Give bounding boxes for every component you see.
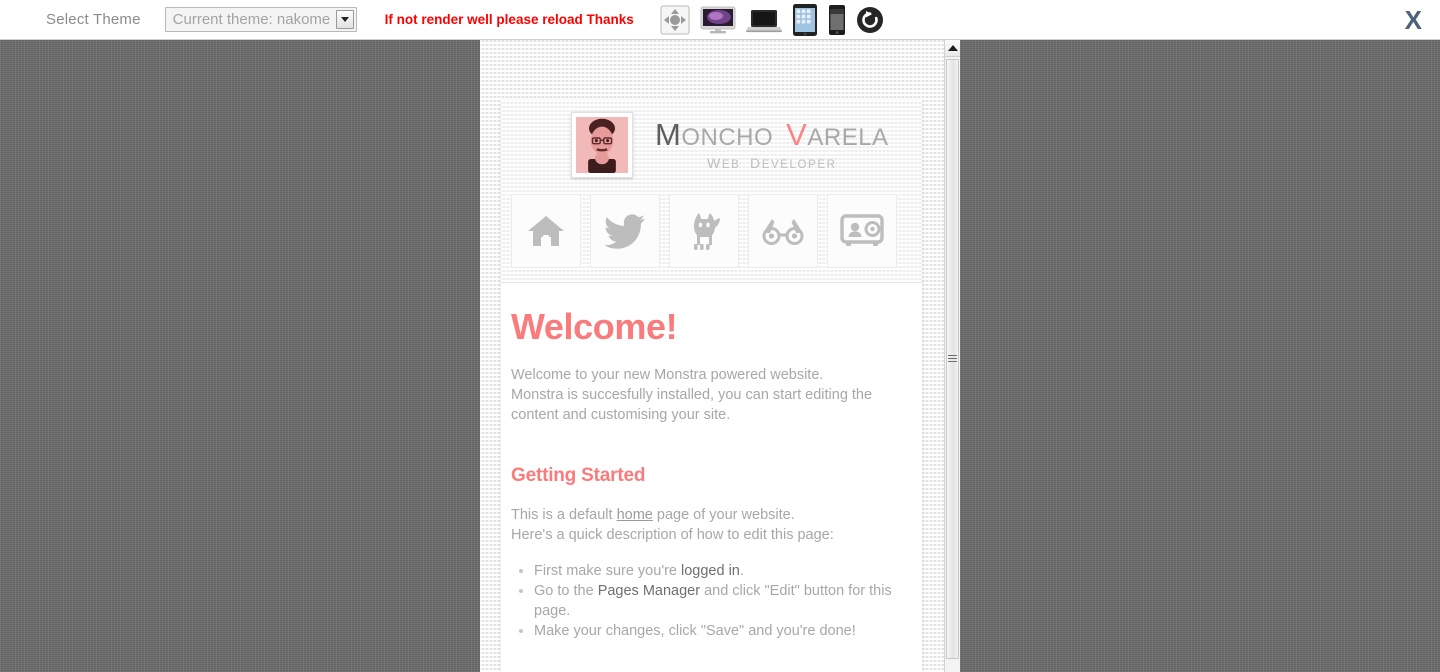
avatar: [571, 112, 633, 178]
nav-item-cat[interactable]: [669, 194, 739, 268]
site-content: Welcome! Welcome to your new Monstra pow…: [501, 283, 922, 672]
getting-started-paragraph: This is a default home page of your webs…: [511, 505, 912, 545]
step1-post: .: [739, 562, 744, 579]
subtitle-w: W: [707, 154, 722, 171]
theme-select[interactable]: Current theme: nakome: [164, 7, 357, 32]
nav-item-contact[interactable]: [827, 194, 897, 268]
site-nav: [501, 188, 922, 282]
quick-description: Here's a quick description of how to edi…: [511, 526, 834, 543]
getting-started-heading: Getting Started: [511, 464, 646, 486]
intro-line-2: Monstra is succesfully installed, you ca…: [511, 386, 873, 403]
step1-pre: First make sure you're: [534, 562, 682, 579]
scrollbar-track[interactable]: [945, 57, 960, 672]
contact-icon: [840, 214, 884, 248]
site-title-m: M: [655, 117, 682, 153]
reload-notice: If not render well please reload Thanks: [384, 12, 634, 27]
site-title-arela: ARELA: [807, 124, 889, 152]
scroll-up-arrow-icon[interactable]: [945, 40, 960, 57]
phone-icon[interactable]: [828, 4, 846, 36]
list-item: First make sure you're logged in.: [534, 561, 912, 581]
chevron-down-icon[interactable]: [335, 10, 354, 29]
intro-line-1: Welcome to your new Monstra powered webs…: [511, 366, 824, 383]
site-title: MONCHO VARELA: [655, 117, 889, 153]
brand: MONCHO VARELA WEB DEVELOPER: [501, 100, 922, 188]
device-preview-group: [660, 3, 884, 37]
subtitle-eb: EB: [721, 158, 741, 171]
responsive-icon[interactable]: [660, 5, 690, 35]
rotate-icon[interactable]: [856, 6, 884, 34]
list-item: Go to the Pages Manager and click "Edit"…: [534, 581, 912, 621]
site-title-oncho: ONCHO: [681, 124, 774, 152]
nav-item-glasses[interactable]: [748, 194, 818, 268]
theme-select-value: Current theme: nakome: [172, 11, 331, 28]
intro-line-3: content and customising your site.: [511, 406, 731, 423]
home-icon: [526, 213, 566, 249]
glasses-icon: [761, 215, 805, 247]
site-subtitle: WEB DEVELOPER: [655, 155, 889, 171]
scrollbar-grip-icon: [948, 354, 957, 364]
site-title-v: V: [786, 117, 808, 153]
intro-paragraph: Welcome to your new Monstra powered webs…: [511, 365, 912, 425]
subtitle-d: D: [750, 154, 762, 171]
list-item: Make your changes, click "Save" and you'…: [534, 621, 912, 641]
vertical-scrollbar[interactable]: [944, 40, 960, 672]
desktop-icon[interactable]: [700, 5, 736, 35]
brand-text: MONCHO VARELA WEB DEVELOPER: [655, 117, 889, 171]
nav-item-home[interactable]: [511, 194, 581, 268]
steps-list: First make sure you're logged in. Go to …: [511, 561, 912, 641]
step2-pre: Go to the: [534, 582, 598, 599]
logged-in-link[interactable]: logged in: [681, 563, 740, 579]
close-icon[interactable]: X: [1399, 6, 1428, 34]
preview-toolbar: Select Theme Current theme: nakome If no…: [0, 0, 1440, 40]
tablet-icon[interactable]: [792, 3, 818, 37]
default-page-pre: This is a default: [511, 506, 617, 523]
home-link[interactable]: home: [617, 507, 653, 523]
preview-iframe: MONCHO VARELA WEB DEVELOPER Welcome! Wel…: [480, 40, 960, 672]
site-card: MONCHO VARELA WEB DEVELOPER Welcome! Wel…: [501, 100, 922, 672]
site-header: MONCHO VARELA WEB DEVELOPER: [501, 100, 922, 283]
pages-manager-link[interactable]: Pages Manager: [598, 583, 700, 599]
step3: Make your changes, click "Save" and you'…: [534, 622, 856, 639]
scrollbar-thumb[interactable]: [946, 59, 959, 659]
cat-icon: [685, 211, 723, 251]
page-title: Welcome!: [511, 306, 678, 347]
laptop-icon[interactable]: [745, 6, 782, 34]
select-theme-label: Select Theme: [46, 11, 141, 28]
subtitle-eveloper: EVELOPER: [761, 158, 837, 171]
preview-stage: MONCHO VARELA WEB DEVELOPER Welcome! Wel…: [0, 40, 1440, 672]
default-page-post: page of your website.: [652, 506, 795, 523]
twitter-icon: [604, 213, 646, 249]
nav-item-twitter[interactable]: [590, 194, 660, 268]
